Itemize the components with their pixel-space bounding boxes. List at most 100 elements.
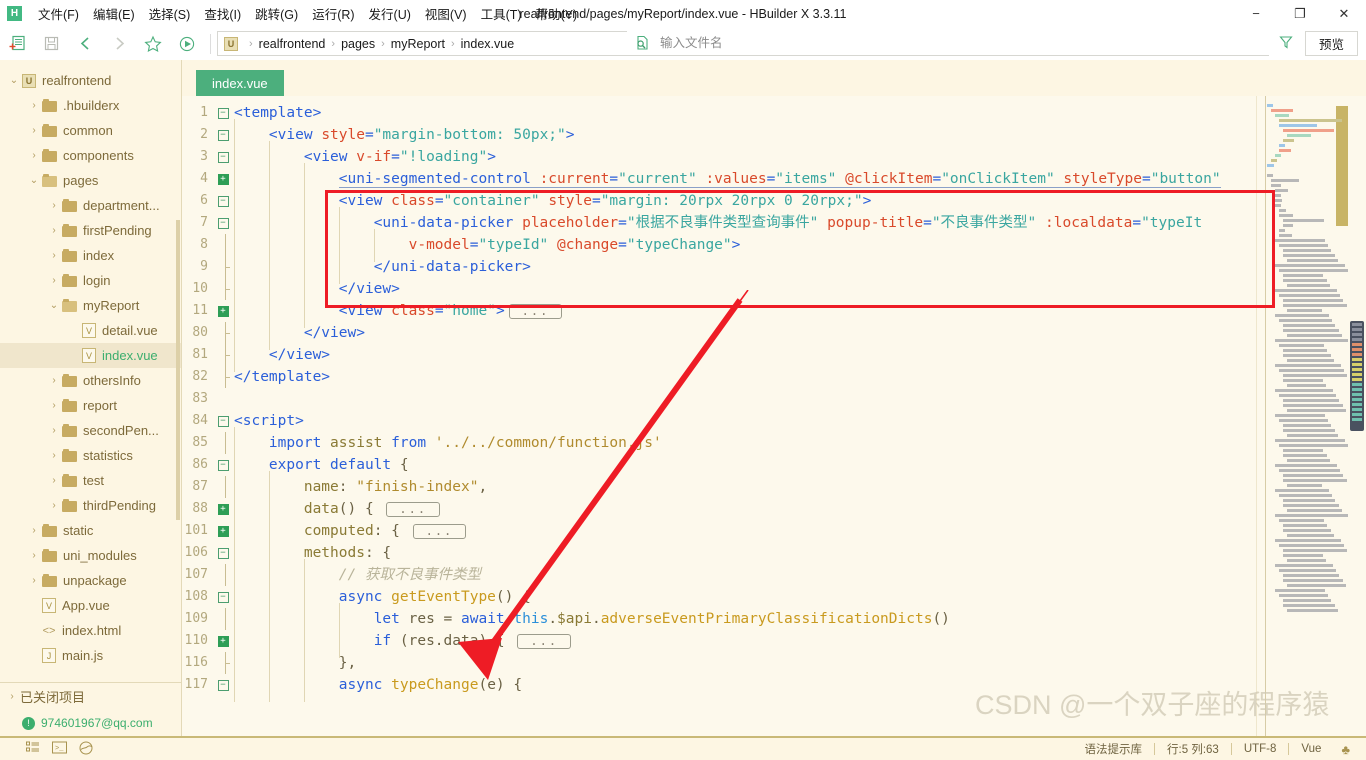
chevron-right-icon[interactable]: ›: [46, 275, 62, 286]
chevron-right-icon[interactable]: ›: [46, 475, 62, 486]
fold-expand-icon[interactable]: +: [217, 503, 229, 515]
chevron-right-icon[interactable]: ›: [26, 125, 42, 136]
chevron-right-icon[interactable]: ›: [46, 200, 62, 211]
tree-item-index-vue[interactable]: Vindex.vue: [0, 343, 181, 368]
fold-marker[interactable]: +: [214, 503, 232, 515]
fold-marker[interactable]: +: [214, 525, 232, 537]
closed-projects-row[interactable]: › 已关闭项目: [0, 682, 181, 710]
tree-item-login[interactable]: › login: [0, 268, 181, 293]
code-editor[interactable]: 1− <template> 2− <view style="margin-botto…: [182, 96, 1256, 736]
fold-marker[interactable]: −: [214, 679, 232, 691]
chevron-right-icon[interactable]: ›: [46, 500, 62, 511]
fold-expand-icon[interactable]: +: [217, 305, 229, 317]
tree-item-index-html[interactable]: <> index.html: [0, 618, 181, 643]
menu-find[interactable]: 查找(I): [197, 1, 248, 26]
chevron-right-icon[interactable]: ›: [46, 450, 62, 461]
code-line[interactable]: 116 },: [182, 647, 1256, 680]
collapsed-block-indicator[interactable]: ...: [517, 633, 572, 649]
fold-marker[interactable]: −: [214, 459, 232, 471]
code-line[interactable]: 7− <uni-data-picker placeholder="根据不良事件类…: [182, 207, 1256, 240]
chevron-right-icon[interactable]: ›: [46, 425, 62, 436]
fold-marker[interactable]: −: [214, 547, 232, 559]
tree-item-detail-vue[interactable]: Vdetail.vue: [0, 318, 181, 343]
code-line[interactable]: 4 + <uni-segmented-control :current="curr…: [182, 163, 1256, 196]
menu-goto[interactable]: 跳转(G): [248, 1, 305, 26]
chevron-right-icon[interactable]: ›: [46, 250, 62, 261]
fold-marker[interactable]: +: [214, 173, 232, 185]
tree-item-firstpending[interactable]: › firstPending: [0, 218, 181, 243]
tree-item-uni-modules[interactable]: › uni_modules: [0, 543, 181, 568]
code-line[interactable]: 101 + computed: { ...: [182, 515, 1256, 548]
code-line[interactable]: 109 let res = await this.$api.adverseEve…: [182, 603, 1256, 636]
tree-item-unpackage[interactable]: › unpackage: [0, 568, 181, 593]
breadcrumb-part[interactable]: index.vue: [461, 37, 515, 51]
fold-collapse-icon[interactable]: −: [217, 217, 229, 229]
code-line[interactable]: 11 + <view class="home">...: [182, 295, 1256, 328]
chevron-right-icon[interactable]: ›: [46, 225, 62, 236]
code-line[interactable]: 9 </uni-data-picker>: [182, 251, 1256, 284]
code-line[interactable]: 10 </view>: [182, 273, 1256, 306]
tree-item-pages[interactable]: ⌄ pages: [0, 168, 181, 193]
fold-collapse-icon[interactable]: −: [217, 679, 229, 691]
code-line[interactable]: 82 </template>: [182, 366, 1256, 388]
file-tree[interactable]: ⌄ Urealfrontend › .hbuilderx › common › compone…: [0, 60, 181, 682]
tree-item-test[interactable]: › test: [0, 468, 181, 493]
terminal-icon[interactable]: >_: [52, 741, 67, 757]
tree-item-thirdpending[interactable]: › thirdPending: [0, 493, 181, 518]
code-line[interactable]: 88 + data() { ...: [182, 493, 1256, 526]
minimap-viewport[interactable]: [1336, 106, 1348, 226]
tree-item-myreport[interactable]: ⌄ myReport: [0, 293, 181, 318]
menu-select[interactable]: 选择(S): [142, 1, 198, 26]
tree-item-main-js[interactable]: Jmain.js: [0, 643, 181, 668]
code-line[interactable]: 3− <view v-if="!loading">: [182, 141, 1256, 174]
code-minimap[interactable]: [1256, 96, 1348, 736]
fold-marker[interactable]: −: [214, 195, 232, 207]
fold-marker[interactable]: −: [214, 591, 232, 603]
tree-item-index[interactable]: › index: [0, 243, 181, 268]
outline-icon[interactable]: [26, 741, 40, 757]
tree-item-secondpen-[interactable]: › secondPen...: [0, 418, 181, 443]
fold-collapse-icon[interactable]: −: [217, 195, 229, 207]
run-icon[interactable]: [172, 31, 202, 57]
fold-collapse-icon[interactable]: −: [217, 459, 229, 471]
fold-collapse-icon[interactable]: −: [217, 415, 229, 427]
fold-collapse-icon[interactable]: −: [217, 107, 229, 119]
breadcrumb-part[interactable]: pages: [341, 37, 375, 51]
preview-button[interactable]: 预览: [1304, 31, 1358, 56]
fold-marker[interactable]: −: [214, 217, 232, 229]
tree-item-report[interactable]: › report: [0, 393, 181, 418]
fold-collapse-icon[interactable]: −: [217, 151, 229, 163]
chevron-right-icon[interactable]: ›: [46, 375, 62, 386]
fold-marker[interactable]: +: [214, 305, 232, 317]
code-line[interactable]: 83: [182, 388, 1256, 410]
minimize-button[interactable]: −: [1234, 0, 1278, 27]
code-line[interactable]: 107 // 获取不良事件类型: [182, 559, 1256, 592]
filter-icon[interactable]: [1269, 35, 1303, 52]
collapsed-block-indicator[interactable]: ...: [386, 501, 441, 517]
code-line[interactable]: 1− <template>: [182, 102, 1256, 124]
code-line[interactable]: 84− <script>: [182, 410, 1256, 432]
code-line[interactable]: 117− async typeChange(e) {: [182, 669, 1256, 702]
menu-tools[interactable]: 工具(T): [474, 1, 529, 26]
code-line[interactable]: 108− async getEventType() {: [182, 581, 1256, 614]
code-line[interactable]: 110 + if (res.data) { ...: [182, 625, 1256, 658]
status-item[interactable]: 行:5 列:63: [1155, 741, 1231, 757]
chevron-right-icon[interactable]: ›: [26, 150, 42, 161]
code-line[interactable]: 85 import assist from '../../common/func…: [182, 427, 1256, 460]
fold-collapse-icon[interactable]: −: [217, 129, 229, 141]
account-bar[interactable]: ! 974601967@qq.com: [0, 710, 181, 736]
save-icon[interactable]: [36, 31, 66, 57]
status-item[interactable]: Vue: [1289, 743, 1333, 755]
tree-item-statistics[interactable]: › statistics: [0, 443, 181, 468]
code-line[interactable]: 80 </view>: [182, 317, 1256, 350]
fold-marker[interactable]: −: [214, 415, 232, 427]
chevron-down-icon[interactable]: ⌄: [46, 300, 62, 311]
breadcrumb-part[interactable]: realfrontend: [259, 37, 326, 51]
code-line[interactable]: 87 name: "finish-index",: [182, 471, 1256, 504]
tree-item-app-vue[interactable]: V App.vue: [0, 593, 181, 618]
fold-expand-icon[interactable]: +: [217, 635, 229, 647]
fold-expand-icon[interactable]: +: [217, 173, 229, 185]
code-line[interactable]: 6− <view class="container" style="margin…: [182, 185, 1256, 218]
tree-item--hbuilderx[interactable]: › .hbuilderx: [0, 93, 181, 118]
chevron-right-icon[interactable]: ›: [26, 525, 42, 536]
